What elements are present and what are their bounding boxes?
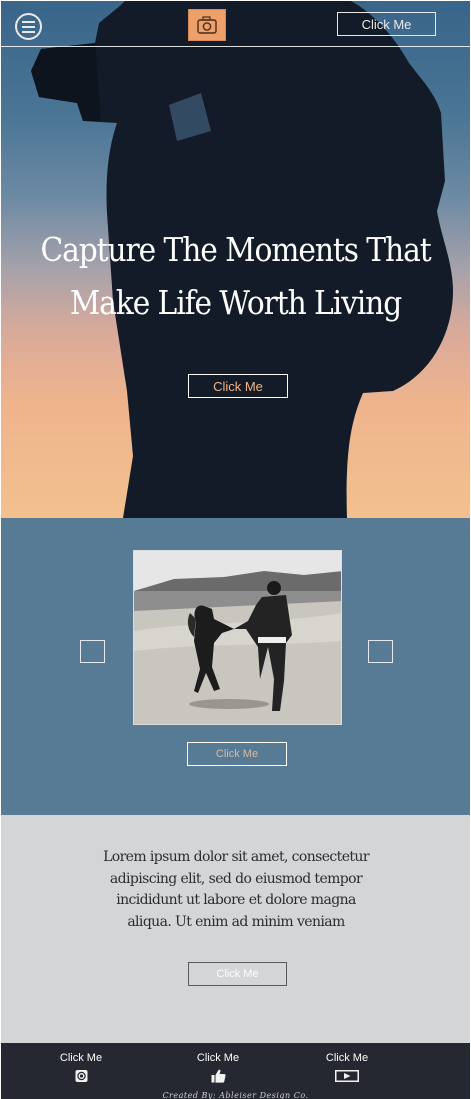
footer-link-like[interactable]: Click Me	[173, 1051, 263, 1083]
hero-headline-line-2: Make Life Worth Living	[69, 283, 402, 322]
couple-beach-photo	[133, 550, 342, 725]
hero-headline: Capture The Moments That Make Life Worth…	[24, 223, 446, 329]
next-arrow-icon[interactable]	[368, 640, 393, 663]
gallery-cta-button[interactable]: Click Me	[187, 742, 287, 766]
hamburger-menu-icon[interactable]	[15, 13, 42, 40]
hero-cta-button[interactable]: Click Me	[188, 374, 288, 398]
menu-line	[22, 25, 35, 28]
video-play-icon	[335, 1070, 359, 1082]
gallery-section: Click Me	[1, 518, 470, 815]
couple-beach-image	[134, 551, 341, 724]
menu-line	[22, 20, 35, 23]
intro-cta-button[interactable]: Click Me	[188, 962, 287, 986]
intro-paragraph: Lorem ipsum dolor sit amet, consectetur …	[103, 849, 369, 930]
footer-link-video[interactable]: Click Me	[302, 1051, 392, 1083]
footer-link-label: Click Me	[325, 1052, 369, 1064]
footer: Click Me Click Me Click Me Created By: A…	[1, 1043, 470, 1099]
header-cta-button[interactable]: Click Me	[337, 12, 436, 36]
footer-link-label: Click Me	[196, 1052, 240, 1064]
camera-logo-glyph	[197, 16, 217, 34]
hero-headline-line-1: Capture The Moments That	[40, 230, 431, 269]
hero-section: Click Me Capture The Moments That Make L…	[1, 1, 470, 518]
instagram-icon	[75, 1070, 87, 1082]
previous-arrow-icon[interactable]	[80, 640, 105, 663]
thumbs-up-icon	[211, 1069, 226, 1083]
top-navigation-bar: Click Me	[1, 1, 470, 47]
footer-link-label: Click Me	[59, 1052, 103, 1064]
camera-logo-icon[interactable]	[188, 9, 226, 41]
menu-line	[22, 30, 35, 33]
intro-text-section: Lorem ipsum dolor sit amet, consectetur …	[1, 815, 470, 1043]
footer-credit: Created By: Ableiser Design Co.	[162, 1091, 309, 1099]
footer-link-instagram[interactable]: Click Me	[36, 1051, 126, 1083]
